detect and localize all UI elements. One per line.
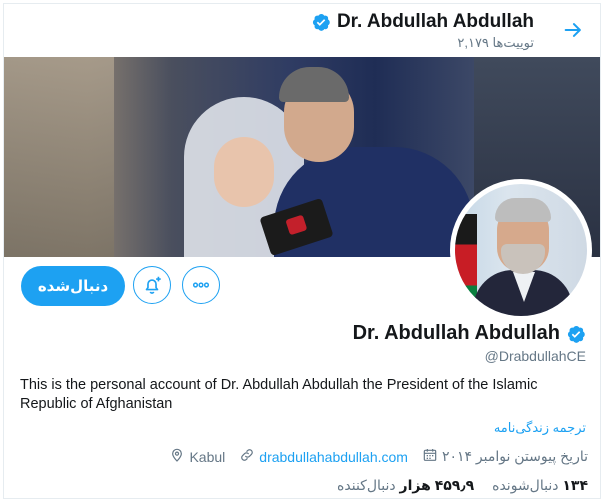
following-stat[interactable]: ۱۳۴ دنبال‌شونده bbox=[492, 477, 588, 494]
profile-header: Dr. Abdullah Abdullah ۲,۱۷۹ توییت‌ها bbox=[4, 4, 600, 57]
profile-name: Dr. Abdullah Abdullah bbox=[353, 322, 586, 345]
following-label: دنبال‌شونده bbox=[492, 477, 559, 493]
header-title: Dr. Abdullah Abdullah bbox=[311, 11, 534, 33]
followers-label: دنبال‌کننده bbox=[337, 477, 396, 493]
verified-badge-icon bbox=[566, 324, 586, 344]
website-item[interactable]: drabdullahabdullah.com bbox=[239, 447, 408, 466]
arrow-right-icon[interactable] bbox=[558, 15, 588, 45]
profile-page: Dr. Abdullah Abdullah ۲,۱۷۹ توییت‌ها دنب… bbox=[3, 3, 601, 499]
profile-meta: Kabul drabdullahabdullah.com تاریخ پیوست… bbox=[169, 447, 588, 466]
location-text: Kabul bbox=[189, 448, 226, 465]
calendar-icon bbox=[422, 447, 438, 466]
link-icon bbox=[239, 447, 255, 466]
followers-count: ۴۵۹٫۹ هزار bbox=[399, 477, 475, 493]
profile-avatar[interactable] bbox=[450, 179, 592, 321]
profile-handle: @DrabdullahCE bbox=[484, 348, 586, 364]
profile-stats: ۱۳۴ دنبال‌شونده ۴۵۹٫۹ هزار دنبال‌کننده bbox=[337, 477, 588, 494]
bell-plus-icon[interactable] bbox=[133, 266, 171, 304]
tweet-count: ۲,۱۷۹ توییت‌ها bbox=[457, 35, 534, 50]
website-link[interactable]: drabdullahabdullah.com bbox=[259, 449, 408, 465]
more-dots-icon[interactable] bbox=[182, 266, 220, 304]
joined-text: تاریخ پیوستن نوامبر ۲۰۱۴ bbox=[441, 448, 588, 464]
header-display-name: Dr. Abdullah Abdullah bbox=[336, 11, 534, 32]
following-count: ۱۳۴ bbox=[562, 477, 588, 493]
followers-stat[interactable]: ۴۵۹٫۹ هزار دنبال‌کننده bbox=[337, 477, 474, 494]
location-item: Kabul bbox=[169, 447, 225, 466]
location-pin-icon bbox=[169, 447, 185, 466]
profile-avatar-photo bbox=[455, 184, 587, 316]
translate-bio-link[interactable]: ترجمه زندگی‌نامه bbox=[494, 420, 586, 436]
profile-bio: This is the personal account of Dr. Abdu… bbox=[20, 377, 538, 412]
joined-item: تاریخ پیوستن نوامبر ۲۰۱۴ bbox=[422, 447, 588, 466]
following-button[interactable]: دنبال‌شده bbox=[21, 266, 125, 306]
profile-display-name: Dr. Abdullah Abdullah bbox=[352, 322, 560, 344]
verified-badge-icon bbox=[311, 12, 331, 32]
